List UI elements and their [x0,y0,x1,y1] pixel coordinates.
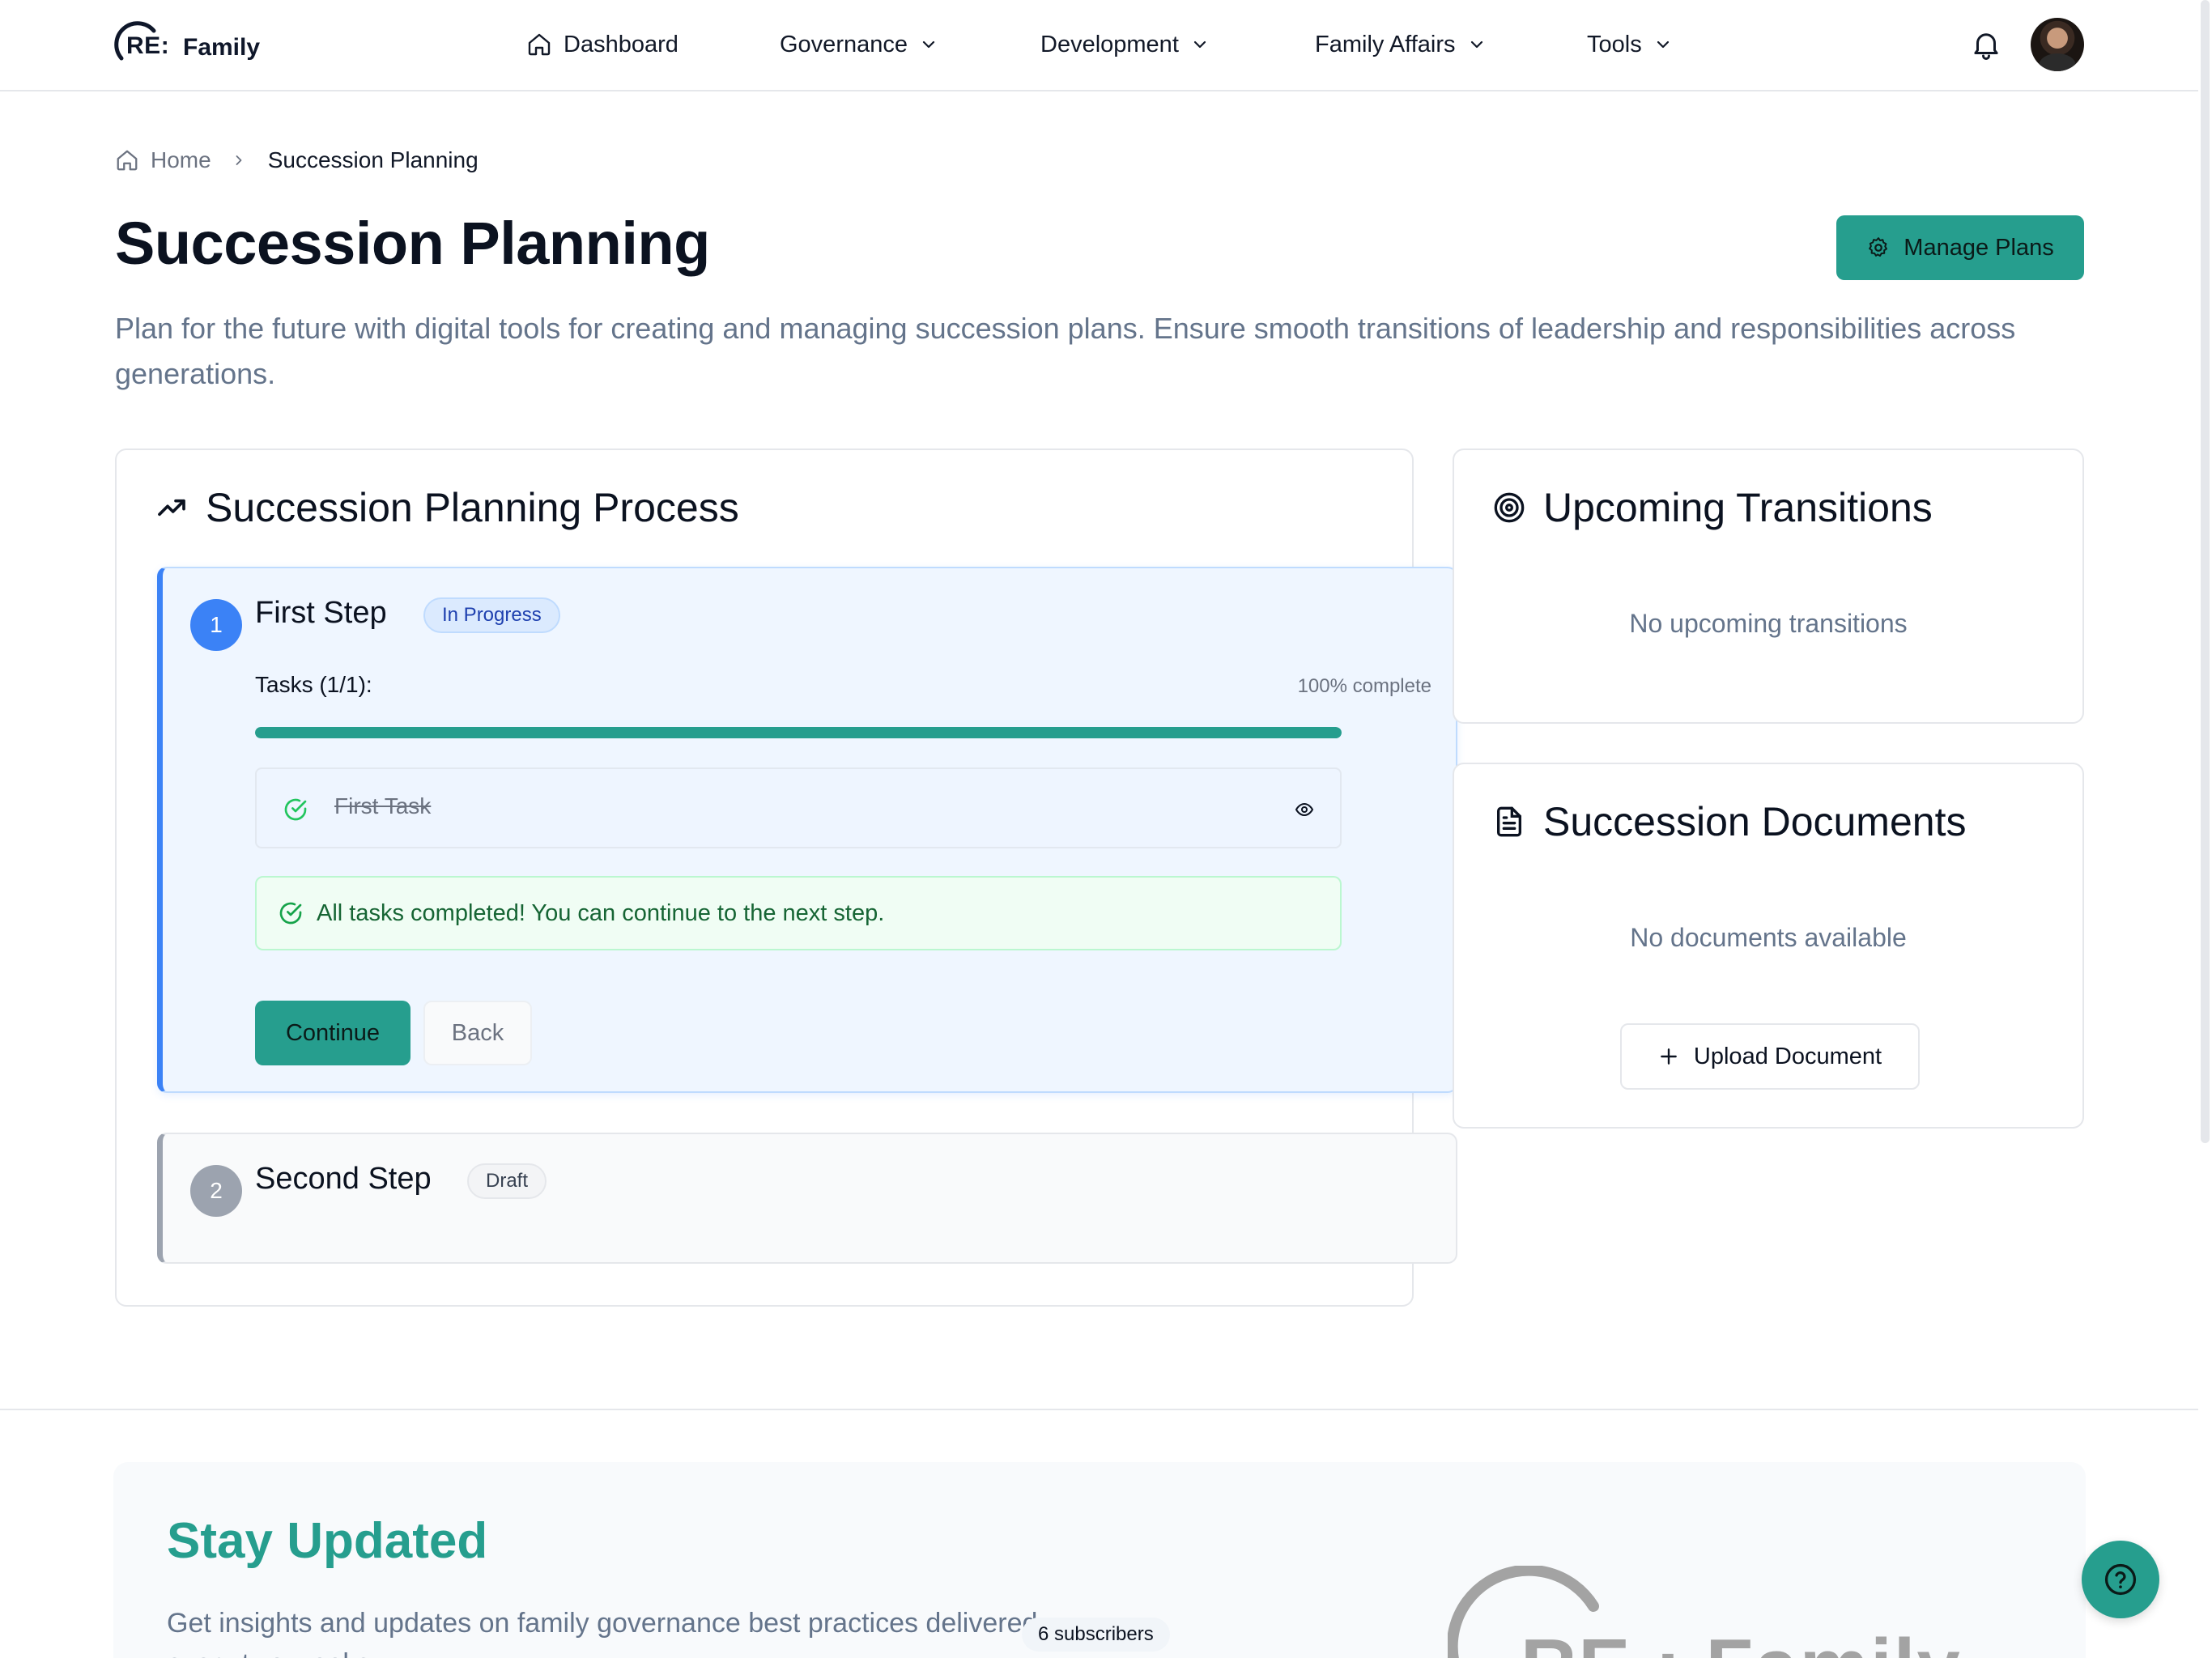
chevron-down-icon [1193,40,1206,49]
upload-document-button[interactable]: Upload Document [1620,1023,1920,1090]
home-icon [528,33,551,56]
logo-family-text: Family [183,34,261,61]
no-documents-text: No documents available [1630,923,1907,952]
tasks-complete-notice: All tasks completed! You can continue to… [255,876,1342,950]
nav-dashboard-label: Dashboard [564,31,678,57]
newsletter-logo-text: RE : Family [1521,1622,1962,1658]
nav-development-label: Development [1040,31,1179,57]
continue-button[interactable]: Continue [255,1001,410,1065]
step-number-1: 1 [190,599,242,651]
section-divider [0,1409,2198,1410]
chevron-down-icon [1470,40,1482,49]
transitions-card-title-text: Upcoming Transitions [1543,485,1933,530]
no-transitions-text: No upcoming transitions [1629,609,1908,638]
manage-plans-label: Manage Plans [1904,234,2054,261]
newsletter-description: Get insights and updates on family gover… [167,1608,1038,1658]
help-circle-icon [2104,1563,2137,1596]
step-title-2: Second Step [255,1162,432,1196]
nav-family-affairs[interactable]: Family Affairs [1315,24,1487,65]
subscribers-badge: 6 subscribers [1022,1618,1170,1652]
newsletter-title: Stay Updated [167,1513,488,1569]
back-button[interactable]: Back [423,1001,532,1065]
documents-card-title: Succession Documents [1493,798,1966,845]
help-button[interactable] [2082,1541,2159,1618]
status-badge-in-progress: In Progress [423,597,560,633]
newsletter-section: Stay Updated Get insights and updates on… [113,1462,2086,1658]
transitions-card-title: Upcoming Transitions [1493,484,1933,531]
eye-icon[interactable] [1295,800,1314,819]
succession-documents-card: Succession Documents No documents availa… [1453,763,2084,1129]
task-progress-bar [255,727,1342,738]
home-icon [117,150,138,171]
nav-dashboard[interactable]: Dashboard [526,24,678,65]
chevron-down-icon [1657,40,1669,49]
top-navbar: RE: Family Dashboard Governance Developm… [0,0,2198,91]
nav-governance-label: Governance [780,31,908,57]
tasks-count-label: Tasks (1/1): [255,672,372,697]
nav-development[interactable]: Development [1040,24,1210,65]
page-title: Succession Planning [115,210,710,277]
breadcrumb-home-label: Home [151,147,211,172]
upcoming-transitions-card: Upcoming Transitions No upcoming transit… [1453,449,2084,724]
step-title-1: First Step [255,596,387,630]
check-circle-icon [279,902,302,925]
process-card-title: Succession Planning Process [155,484,739,531]
check-circle-icon [284,798,307,821]
breadcrumb: Home Succession Planning [115,144,479,176]
user-avatar[interactable] [2031,18,2084,71]
chevron-right-icon [236,155,242,165]
chevron-down-icon [922,40,935,49]
task-name: First Task [334,793,432,818]
nav-family-affairs-label: Family Affairs [1315,31,1456,57]
process-card-title-text: Succession Planning Process [206,485,739,530]
succession-process-card: Succession Planning Process 1 First Step… [115,449,1457,1307]
nav-governance[interactable]: Governance [780,24,938,65]
breadcrumb-home[interactable]: Home [115,147,211,173]
step-first: 1 First Step In Progress Tasks (1/1): 10… [157,567,1457,1093]
gear-icon [1869,237,1888,257]
target-icon [1494,492,1525,523]
step-number-2: 2 [190,1165,242,1217]
scrollbar-thumb[interactable] [2201,0,2210,1143]
status-badge-draft: Draft [467,1163,547,1199]
plus-icon [1661,1048,1677,1065]
document-icon [1497,806,1521,837]
task-item[interactable]: First Task [255,767,1342,848]
trending-up-icon [158,499,185,517]
nav-tools[interactable]: Tools [1587,24,1673,65]
newsletter-brand-logo: RE : Family [1448,1566,1960,1658]
page-description: Plan for the future with digital tools f… [115,312,2016,390]
nav-tools-label: Tools [1587,31,1642,57]
task-progress-fill [255,727,1342,738]
logo-re-text: RE: [126,32,170,59]
brand-logo[interactable]: RE: Family [113,19,260,71]
tasks-complete-text: All tasks completed! You can continue to… [317,899,885,926]
breadcrumb-current: Succession Planning [267,147,479,172]
documents-card-title-text: Succession Documents [1543,799,1967,844]
step-second[interactable]: 2 Second Step Draft [157,1133,1457,1264]
completion-percent: 100% complete [1297,675,1431,697]
upload-document-label: Upload Document [1693,1043,1882,1069]
bell-icon[interactable] [1969,28,2003,62]
manage-plans-button[interactable]: Manage Plans [1836,215,2084,280]
